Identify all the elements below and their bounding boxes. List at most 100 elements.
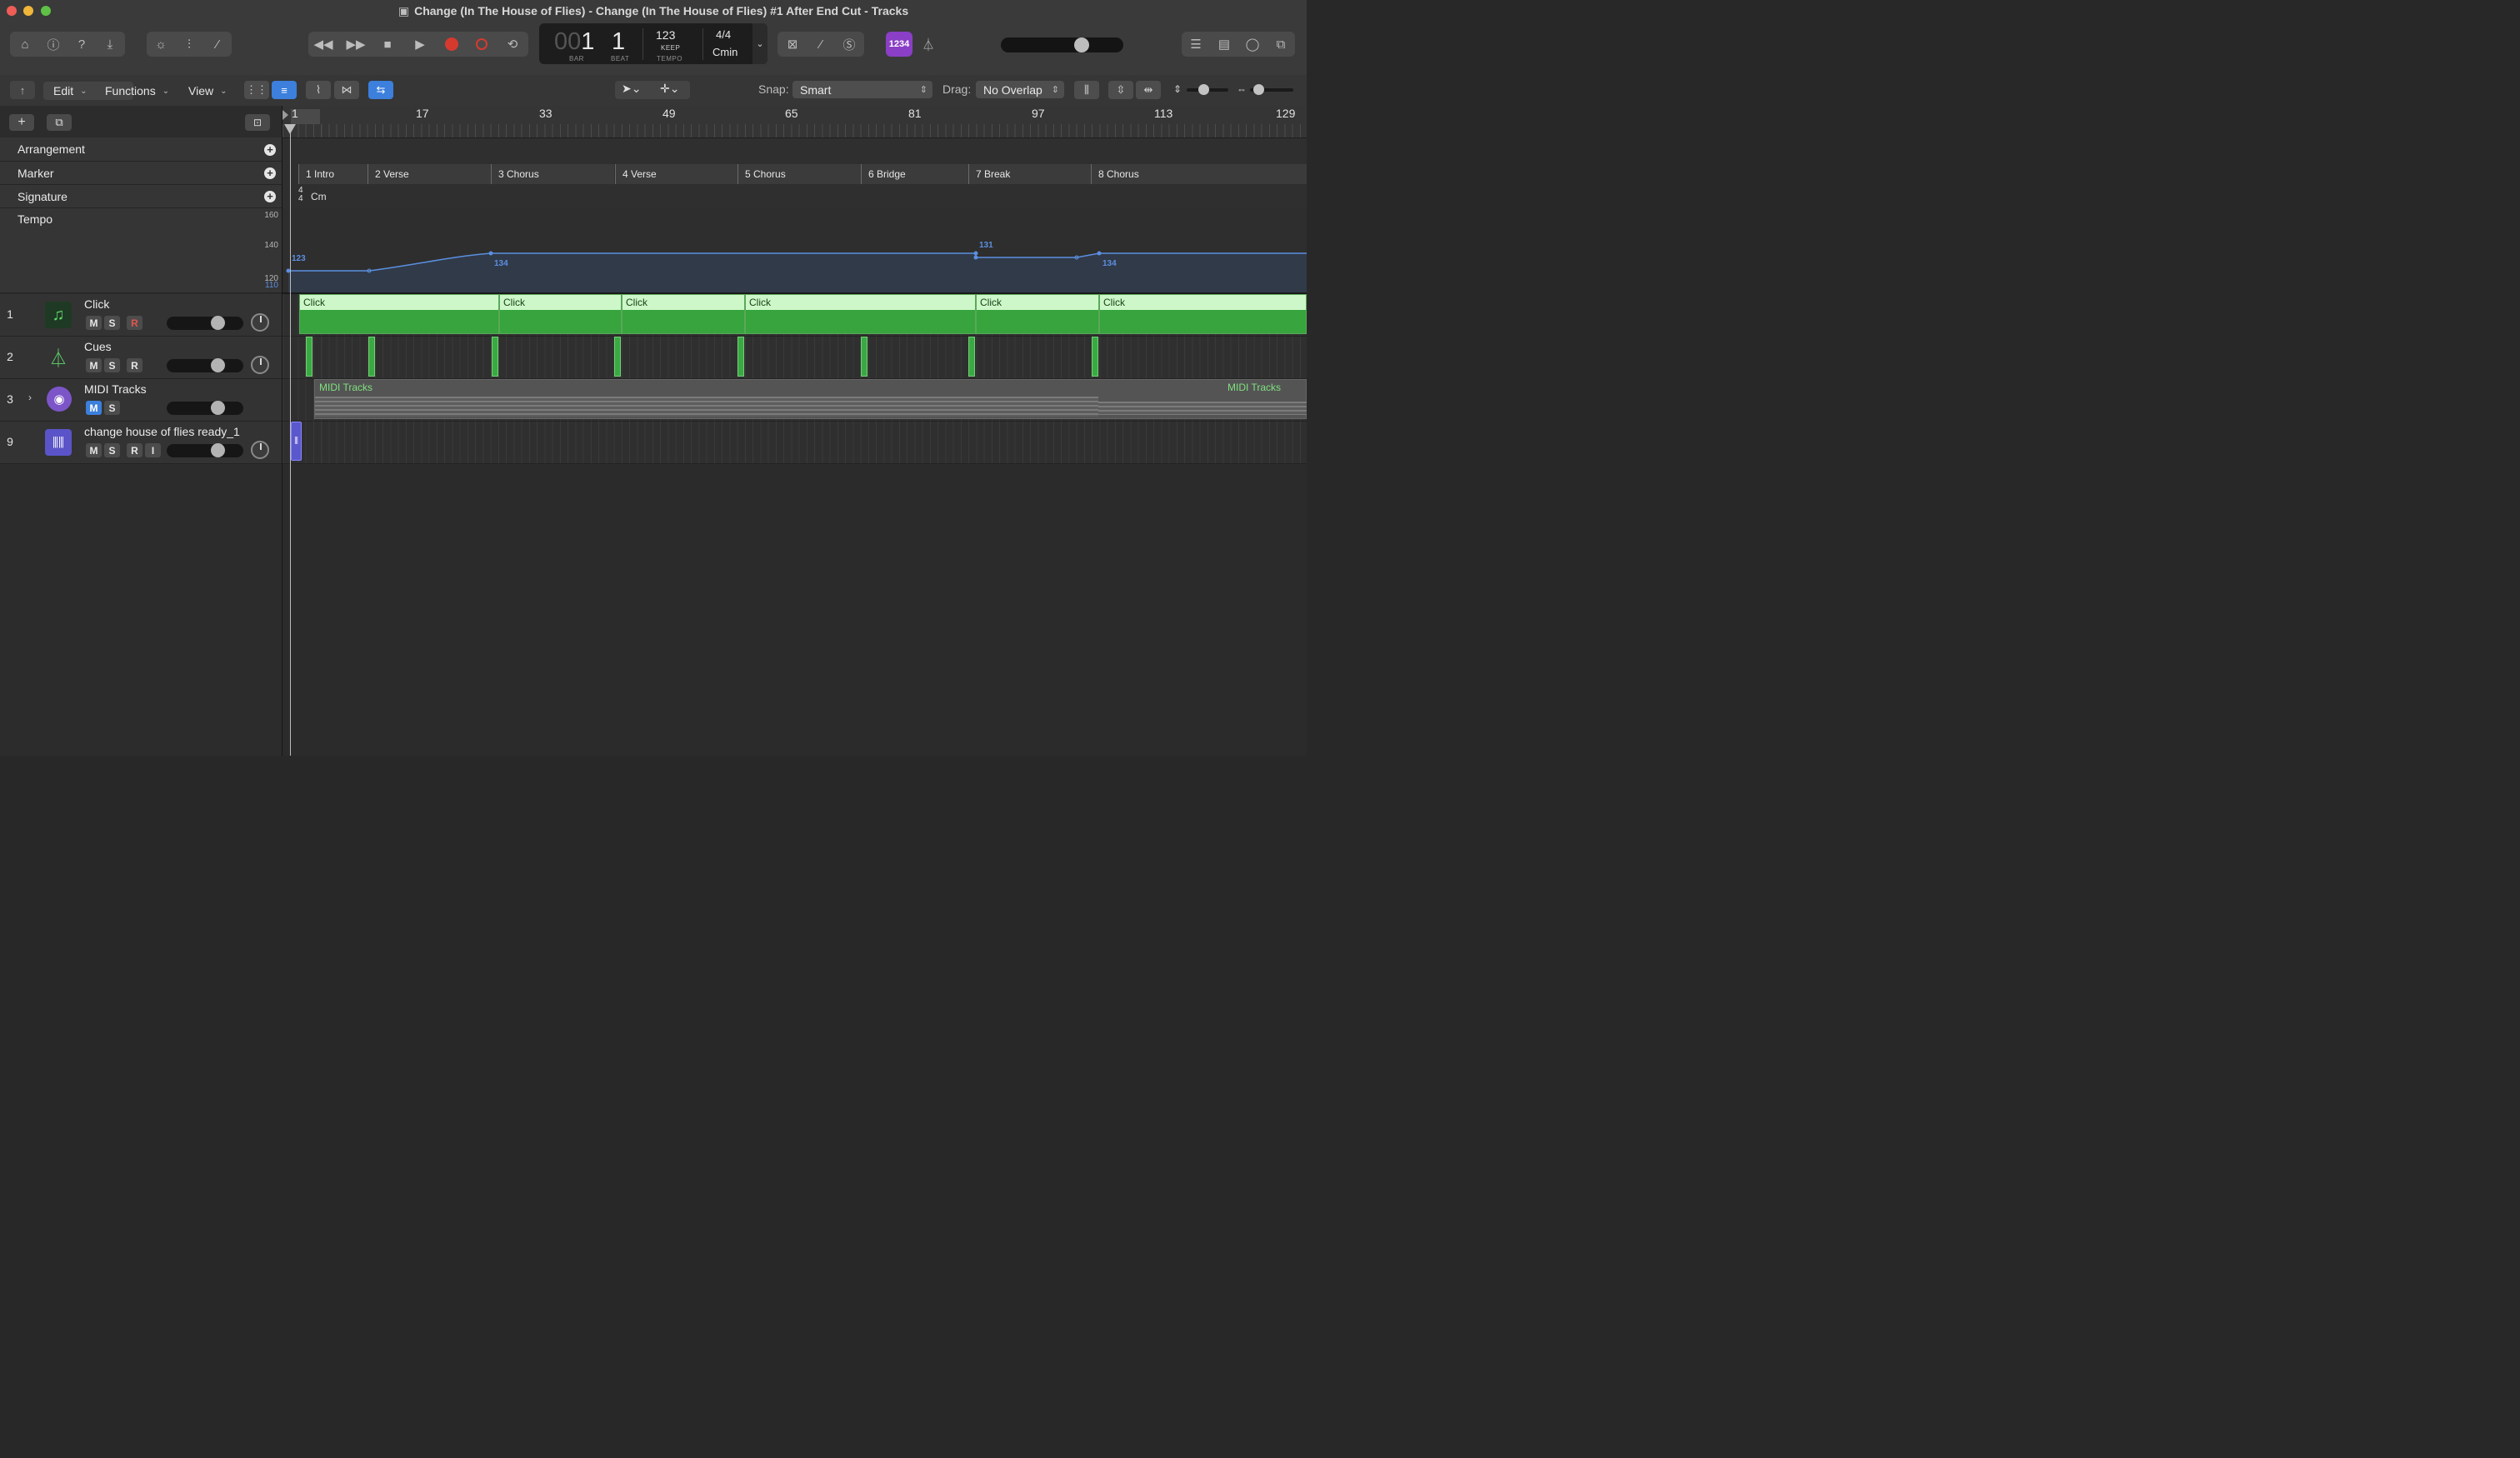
- add-signature-button[interactable]: +: [264, 191, 276, 202]
- tempo-lane[interactable]: 123 134 131 134: [282, 208, 1307, 294]
- solo-button[interactable]: S: [104, 443, 120, 457]
- marker-item[interactable]: 2 Verse: [368, 164, 491, 184]
- notepad-icon[interactable]: ▤: [1212, 32, 1237, 57]
- waveform-zoom-icon[interactable]: ⫼: [1074, 81, 1099, 99]
- drag-dropdown[interactable]: No Overlap ⇕: [976, 81, 1064, 98]
- flex-icon[interactable]: ⋈: [334, 81, 359, 99]
- list-editors-icon[interactable]: ☰: [1183, 32, 1208, 57]
- record-enable-button[interactable]: R: [127, 443, 142, 457]
- track-header-audio[interactable]: 9 ⫼⫼ change house of flies ready_1 M S R…: [0, 422, 282, 464]
- fast-forward-button[interactable]: ▶▶: [343, 32, 368, 57]
- pointer-tool-icon[interactable]: ➤⌄: [622, 82, 641, 96]
- marker-item[interactable]: 6 Bridge: [861, 164, 968, 184]
- solo-button[interactable]: S: [104, 358, 120, 372]
- click-region[interactable]: Click: [299, 294, 499, 334]
- mixer-icon[interactable]: ⫶: [177, 32, 202, 57]
- cue-region[interactable]: [492, 337, 498, 377]
- midi-folder-region[interactable]: MIDI Tracks MIDI Tracks: [314, 379, 1307, 419]
- mute-button[interactable]: M: [86, 401, 102, 415]
- rewind-button[interactable]: ◀◀: [311, 32, 336, 57]
- replace-icon[interactable]: Ⓢ: [837, 32, 862, 57]
- loop-browser-icon[interactable]: ◯: [1240, 32, 1265, 57]
- time-signature[interactable]: 44: [298, 187, 303, 203]
- click-region[interactable]: Click: [622, 294, 745, 334]
- track-name[interactable]: Click: [84, 297, 109, 311]
- track-name[interactable]: Cues: [84, 340, 112, 353]
- mute-button[interactable]: M: [86, 443, 102, 457]
- volume-fader[interactable]: [167, 358, 243, 372]
- track-header-click[interactable]: 1 ♫ Click M S R: [0, 294, 282, 337]
- go-up-arrow-icon[interactable]: ↑: [10, 81, 35, 99]
- vertical-zoom-slider[interactable]: [1187, 84, 1228, 95]
- smart-controls-icon[interactable]: ☼: [148, 32, 173, 57]
- volume-fader-knob[interactable]: [211, 358, 225, 372]
- ruler[interactable]: 1 17 33 49 65 81 97 113 129: [282, 106, 1307, 138]
- marker-item[interactable]: 4 Verse: [615, 164, 738, 184]
- cue-region[interactable]: [738, 337, 744, 377]
- master-volume-slider[interactable]: [1001, 37, 1123, 52]
- track-name[interactable]: MIDI Tracks: [84, 382, 147, 396]
- click-region[interactable]: Click: [1099, 294, 1307, 334]
- volume-fader-knob[interactable]: [211, 316, 225, 330]
- record-enable-button[interactable]: R: [127, 358, 142, 372]
- key-signature[interactable]: Cm: [311, 191, 327, 202]
- count-in-button[interactable]: 1234: [886, 32, 912, 57]
- secondary-tool-icon[interactable]: ✛⌄: [660, 82, 679, 96]
- signature-lane[interactable]: 44 Cm: [282, 185, 1307, 209]
- volume-fader[interactable]: [167, 316, 243, 330]
- pan-knob[interactable]: [251, 441, 269, 459]
- functions-menu[interactable]: Functions ⌄: [105, 82, 169, 100]
- automation-icon[interactable]: ⌇: [306, 81, 331, 99]
- catch-playhead-icon[interactable]: ⇆: [368, 81, 393, 99]
- click-region[interactable]: Click: [499, 294, 622, 334]
- arrange-area[interactable]: 1 17 33 49 65 81 97 113 129 1 Intro 2 Ve…: [282, 106, 1307, 756]
- solo-button[interactable]: S: [104, 316, 120, 330]
- lcd-menu-chevron-icon[interactable]: ⌄: [752, 23, 768, 64]
- tempo-curve[interactable]: [282, 208, 1307, 292]
- editors-icon[interactable]: ⁄: [205, 32, 230, 57]
- metronome-icon[interactable]: ⏃: [916, 32, 941, 57]
- duplicate-track-button[interactable]: ⧉: [47, 114, 72, 131]
- edit-menu[interactable]: Edit ⌄: [53, 82, 88, 100]
- playhead[interactable]: [290, 124, 291, 756]
- marker-item[interactable]: 8 Chorus: [1091, 164, 1307, 184]
- add-track-button[interactable]: +: [9, 114, 34, 131]
- cycle-button[interactable]: ⟲: [500, 32, 525, 57]
- inspector-icon[interactable]: ⓘ: [41, 32, 66, 57]
- add-marker-button[interactable]: +: [264, 167, 276, 179]
- grid-view-icon[interactable]: ⋮⋮: [244, 81, 269, 99]
- volume-fader[interactable]: [167, 443, 243, 457]
- master-volume-knob[interactable]: [1074, 37, 1089, 52]
- quick-help-icon[interactable]: ?: [69, 32, 94, 57]
- record-enable-button[interactable]: R: [127, 316, 142, 330]
- track-header-midi-tracks[interactable]: 3 › ◉ MIDI Tracks M S: [0, 379, 282, 422]
- track-name[interactable]: change house of flies ready_1: [84, 425, 240, 438]
- playhead-handle-icon[interactable]: [284, 124, 296, 134]
- track-header-cues[interactable]: 2 ⏃ Cues M S R: [0, 337, 282, 379]
- autopunch-icon[interactable]: ⁄: [808, 32, 833, 57]
- library-icon[interactable]: ⌂: [12, 32, 38, 57]
- solo-button[interactable]: S: [104, 401, 120, 415]
- disclosure-chevron-icon[interactable]: ›: [28, 392, 32, 403]
- view-menu[interactable]: View ⌄: [188, 82, 227, 100]
- global-tracks-toggle[interactable]: ⊡: [245, 114, 270, 131]
- audio-region[interactable]: ⫼: [291, 422, 302, 461]
- lcd-display[interactable]: 001 1 BAR BEAT 123 KEEP TEMPO 4/4 Cmin ⌄: [539, 23, 768, 64]
- mute-button[interactable]: M: [86, 316, 102, 330]
- play-button[interactable]: ▶: [408, 32, 432, 57]
- pan-knob[interactable]: [251, 356, 269, 374]
- volume-fader-knob[interactable]: [211, 401, 225, 415]
- cue-region[interactable]: [368, 337, 375, 377]
- horizontal-zoom-fit-icon[interactable]: ⇹: [1136, 81, 1161, 99]
- cue-region[interactable]: [861, 337, 868, 377]
- volume-fader-knob[interactable]: [211, 443, 225, 457]
- cue-region[interactable]: [614, 337, 621, 377]
- vertical-zoom-fit-icon[interactable]: ⇳: [1108, 81, 1133, 99]
- snap-dropdown[interactable]: Smart ⇕: [792, 81, 932, 98]
- cue-region[interactable]: [968, 337, 975, 377]
- browsers-icon[interactable]: ⧉: [1268, 32, 1293, 57]
- record-button[interactable]: [439, 32, 464, 57]
- cue-region[interactable]: [1092, 337, 1098, 377]
- replace-record-button[interactable]: [469, 32, 494, 57]
- marker-item[interactable]: 3 Chorus: [491, 164, 614, 184]
